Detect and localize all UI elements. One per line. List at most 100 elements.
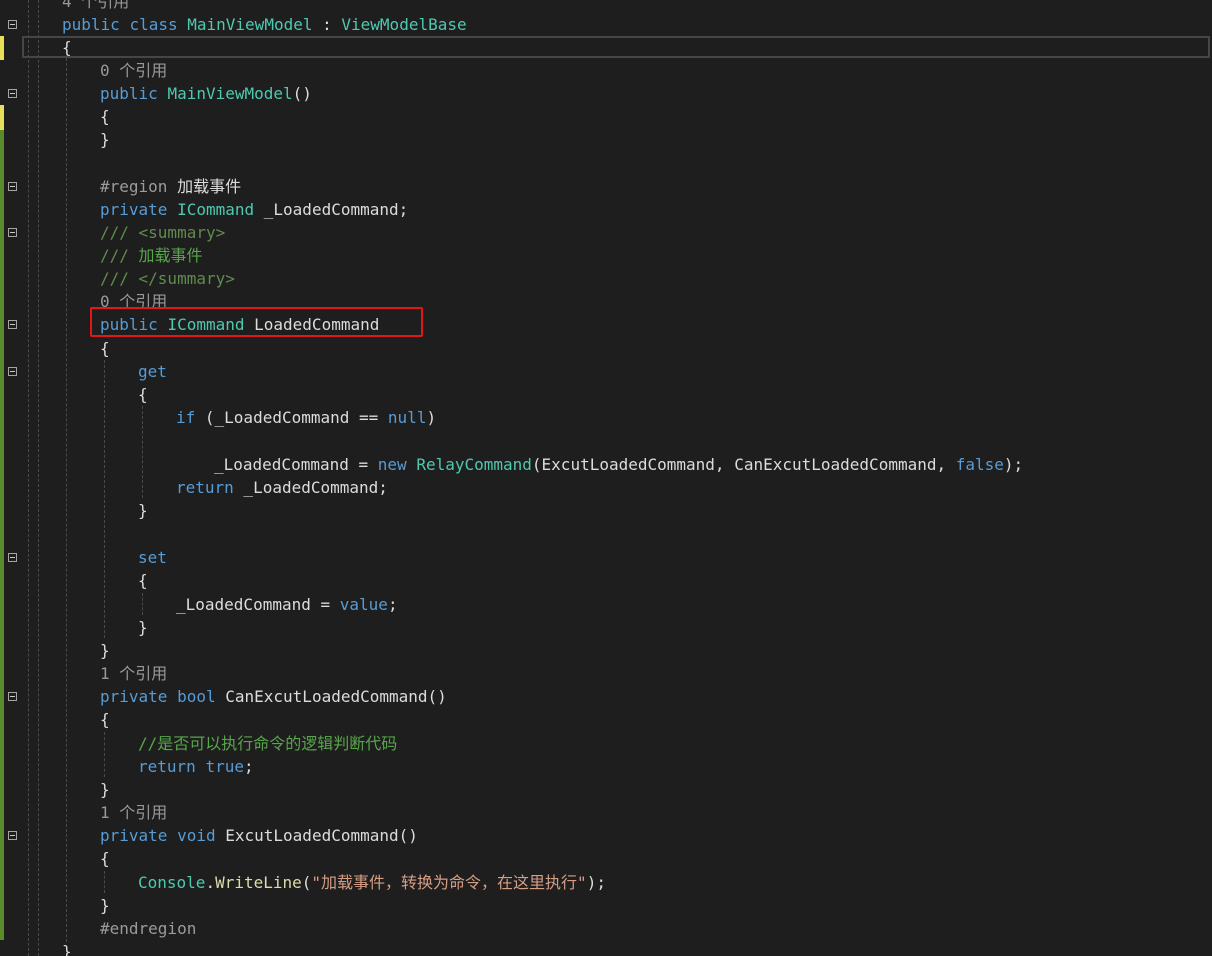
reference-count[interactable]: 0 个引用 [100,61,167,80]
code-line[interactable]: #endregion [0,917,1212,940]
code-token: ViewModelBase [341,15,467,34]
code-line[interactable]: { [0,569,1212,592]
code-line-text: { [100,847,110,870]
code-token: private [100,687,168,706]
code-token: public [100,84,158,103]
code-token: null [387,408,427,427]
code-line[interactable]: } [0,940,1212,956]
code-line[interactable]: /// </summary> [0,267,1212,290]
code-token: { [138,385,148,404]
code-line[interactable]: Console.WriteLine("加载事件，转换为命令，在这里执行"); [0,871,1212,894]
code-token: (_LoadedCommand == [195,408,388,427]
code-token: _LoadedCommand = [176,595,340,614]
code-token: "加载事件，转换为命令，在这里执行" [311,873,587,892]
code-line-text: private bool CanExcutLoadedCommand() [100,685,447,708]
code-token: bool [177,687,216,706]
code-line[interactable]: { [0,337,1212,360]
code-token: } [138,618,148,637]
code-token: 加载事件 [138,246,203,265]
code-line[interactable]: //是否可以执行命令的逻辑判断代码 [0,732,1212,755]
code-token: { [100,339,110,358]
code-line[interactable]: private void ExcutLoadedCommand() [0,824,1212,847]
code-token: Console [138,873,206,892]
code-line-text: set [138,546,167,569]
code-line[interactable]: } [0,499,1212,522]
code-line-text: return _LoadedCommand; [176,476,388,499]
code-token: false [955,455,1004,474]
code-token: } [100,641,110,660]
code-line[interactable]: public class MainViewModel : ViewModelBa… [0,13,1212,36]
code-token: public [62,15,120,34]
code-line[interactable]: 0 个引用 [0,59,1212,82]
code-line[interactable]: _LoadedCommand = value; [0,593,1212,616]
code-line-text: private ICommand _LoadedCommand; [100,198,408,221]
collapse-toggle-icon[interactable] [8,89,17,98]
code-line[interactable]: { [0,105,1212,128]
collapse-toggle-icon[interactable] [8,182,17,191]
code-line[interactable]: { [0,36,1212,59]
code-line[interactable]: _LoadedCommand = new RelayCommand(ExcutL… [0,453,1212,476]
code-token: return [138,757,196,776]
code-line[interactable]: } [0,894,1212,917]
code-line[interactable]: } [0,639,1212,662]
code-line[interactable]: } [0,616,1212,639]
code-line-text: 0 个引用 [100,59,167,82]
collapse-toggle-icon[interactable] [8,320,17,329]
code-token: { [100,107,110,126]
reference-count[interactable]: 1 个引用 [100,803,167,822]
collapse-toggle-icon[interactable] [8,20,17,29]
code-line-text: } [138,499,148,522]
code-token: () [292,84,312,103]
code-line[interactable]: private ICommand _LoadedCommand; [0,198,1212,221]
code-token: if [176,408,196,427]
code-line[interactable]: 1 个引用 [0,801,1212,824]
code-token: ); [1003,455,1024,474]
code-token: { [100,849,110,868]
code-line-text: /// <summary> [100,221,225,244]
code-line[interactable]: #region 加载事件 [0,175,1212,198]
collapse-toggle-icon[interactable] [8,367,17,376]
code-line-text: 4 个引用 [62,0,129,13]
code-editor[interactable]: 4 个引用 public class MainViewModel : ViewMo… [0,0,1212,956]
code-line[interactable]: get [0,360,1212,383]
code-line[interactable]: { [0,383,1212,406]
code-line[interactable]: public MainViewModel() [0,82,1212,105]
collapse-toggle-icon[interactable] [8,228,17,237]
collapse-toggle-icon[interactable] [8,553,17,562]
collapse-toggle-icon[interactable] [8,692,17,701]
code-line[interactable]: set [0,546,1212,569]
code-token: /// [100,246,139,265]
collapse-toggle-icon[interactable] [8,831,17,840]
code-line[interactable]: /// 加载事件 [0,244,1212,267]
code-token: _LoadedCommand; [254,200,409,219]
code-line[interactable]: if (_LoadedCommand == null) [0,406,1212,429]
code-token: private [100,826,168,845]
code-token: //是否可以执行命令的逻辑判断代码 [138,734,398,753]
code-line[interactable]: { [0,847,1212,870]
code-line[interactable]: private bool CanExcutLoadedCommand() [0,685,1212,708]
reference-count[interactable]: 4 个引用 [62,0,129,11]
code-token: RelayCommand [416,455,532,474]
code-token: private [100,200,168,219]
code-line[interactable]: 1 个引用 [0,662,1212,685]
code-line[interactable]: } [0,778,1212,801]
code-line[interactable]: 4 个引用 [0,0,1212,13]
code-line-text: } [100,128,110,151]
code-token: . [205,873,216,892]
code-line[interactable]: { [0,708,1212,731]
code-line[interactable]: return true; [0,755,1212,778]
code-line-text: /// </summary> [100,267,235,290]
code-token: /// </summary> [100,269,235,288]
code-token: void [177,826,216,845]
code-line-text: { [138,569,148,592]
reference-count[interactable]: 1 个引用 [100,664,167,683]
code-token: value [339,595,388,614]
code-line[interactable]: } [0,128,1212,151]
code-line[interactable]: /// <summary> [0,221,1212,244]
code-token: } [100,780,110,799]
code-line[interactable]: return _LoadedCommand; [0,476,1212,499]
